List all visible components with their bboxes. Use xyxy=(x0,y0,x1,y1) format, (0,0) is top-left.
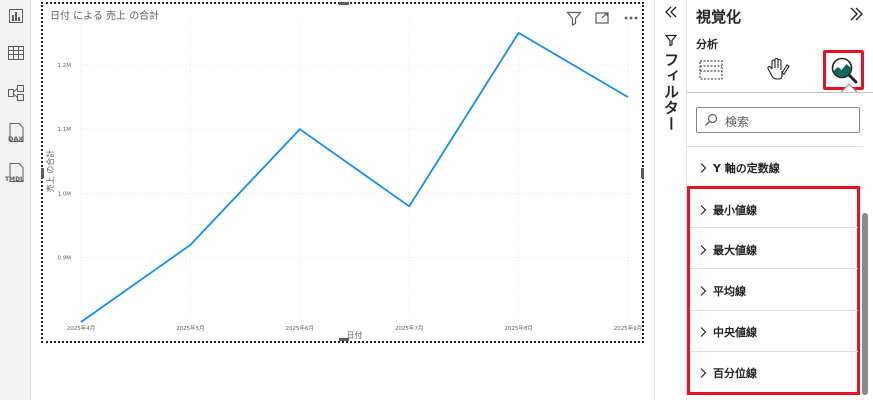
pane-divider xyxy=(687,92,873,93)
y-tick-label: 0.9M xyxy=(58,256,72,262)
report-view-icon[interactable] xyxy=(3,4,28,28)
report-canvas[interactable]: 日付 による 売上 の合計 0.9M 1.0M 1.1M 1.2M 2025年4月 202… xyxy=(31,0,654,400)
filter-pane-label: フィルター xyxy=(662,52,680,132)
section-median-line[interactable]: 中央値線 xyxy=(696,320,757,344)
section-divider xyxy=(687,146,863,147)
section-percentile-line[interactable]: 百分位線 xyxy=(696,361,757,385)
y-tick-label: 1.2M xyxy=(58,63,72,69)
x-tick-label: 2025年7月 xyxy=(395,324,424,332)
chevron-right-icon xyxy=(700,286,707,296)
chevron-right-icon xyxy=(700,163,707,173)
visualizations-pane: 視覚化 分析 検索 Y 軸の定数線 最小値線 最大値線 平均線 中央値線 百分位… xyxy=(686,0,873,400)
table-view-icon[interactable] xyxy=(3,41,28,65)
chevron-right-icon xyxy=(700,368,707,378)
chevron-right-icon xyxy=(700,327,707,337)
section-label: 最小値線 xyxy=(713,204,757,217)
section-label: 中央値線 xyxy=(713,326,757,339)
section-divider xyxy=(690,310,858,311)
chevron-double-right-icon[interactable] xyxy=(847,5,865,23)
chevron-right-icon xyxy=(700,245,707,255)
x-tick-label: 2025年5月 xyxy=(176,324,205,332)
chevron-right-icon xyxy=(700,205,707,215)
analytics-icon[interactable] xyxy=(823,50,864,90)
tmdl-view-icon[interactable]: TMDL xyxy=(3,161,28,185)
filter-funnel-icon xyxy=(664,34,678,47)
x-tick-label: 2025年4月 xyxy=(67,324,96,332)
section-max-line[interactable]: 最大値線 xyxy=(696,238,757,262)
x-axis-title: 日付 xyxy=(347,330,363,340)
section-divider xyxy=(690,227,858,228)
y-tick-label: 1.0M xyxy=(58,191,72,197)
y-axis-title: 売上 の合計 xyxy=(45,150,55,193)
model-view-icon[interactable] xyxy=(3,81,28,105)
y-tick-label: 1.1M xyxy=(58,127,72,133)
section-min-line[interactable]: 最小値線 xyxy=(696,198,757,222)
section-label: 平均線 xyxy=(713,285,746,298)
x-tick-label: 2025年9月 xyxy=(614,324,642,332)
section-average-line[interactable]: 平均線 xyxy=(696,279,746,303)
section-divider xyxy=(690,351,858,352)
search-input[interactable]: 検索 xyxy=(696,107,860,133)
x-tick-label: 2025年8月 xyxy=(504,324,532,332)
section-label: 最大値線 xyxy=(713,244,757,257)
tmdl-icon-text: TMDL xyxy=(5,176,24,183)
section-label: 百分位線 xyxy=(713,367,757,380)
section-y-constant-line[interactable]: Y 軸の定数線 xyxy=(696,156,780,180)
format-visual-icon[interactable] xyxy=(759,52,797,88)
x-tick-label: 2025年6月 xyxy=(286,324,315,332)
visualizations-title: 視覚化 xyxy=(696,8,742,26)
line-chart-visual[interactable]: 日付 による 売上 の合計 0.9M 1.0M 1.1M 1.2M 2025年4月 202… xyxy=(41,2,644,343)
section-divider xyxy=(690,268,858,269)
pane-scrollbar[interactable] xyxy=(862,213,868,395)
line-chart-plot: 0.9M 1.0M 1.1M 1.2M 2025年4月 2025年5月 2025年6月 202… xyxy=(45,20,642,340)
build-visual-icon[interactable] xyxy=(692,52,730,88)
view-rail: DAX TMDL xyxy=(0,0,31,400)
dax-query-view-icon[interactable]: DAX xyxy=(3,121,28,145)
search-placeholder: 検索 xyxy=(725,115,750,129)
chevron-double-left-icon[interactable] xyxy=(664,5,678,19)
filter-pane-collapsed[interactable]: フィルター xyxy=(654,0,686,400)
search-icon xyxy=(705,113,718,126)
analytics-subtitle: 分析 xyxy=(696,38,718,51)
dax-icon-text: DAX xyxy=(8,135,23,143)
series-line-sales xyxy=(80,32,629,323)
section-label: Y 軸の定数線 xyxy=(713,162,780,175)
